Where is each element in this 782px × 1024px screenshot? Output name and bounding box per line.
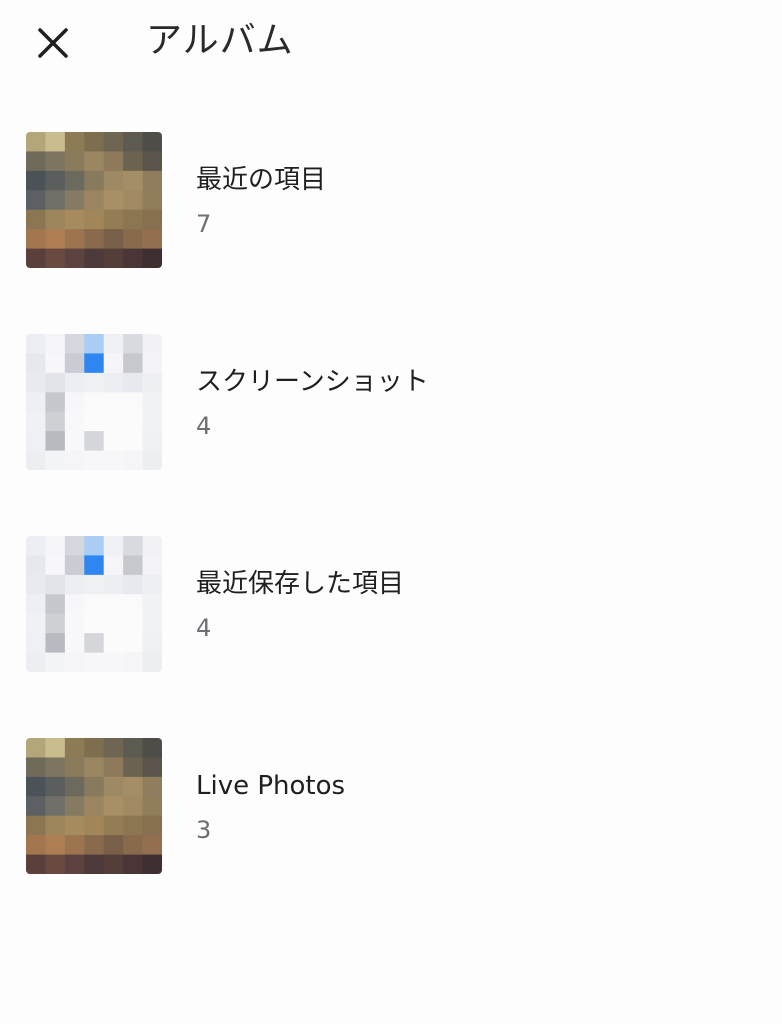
album-count: 7: [196, 210, 212, 238]
page-title: アルバム: [146, 20, 294, 61]
album-thumbnail: [26, 536, 162, 672]
album-item-live-photos[interactable]: Live Photos 3: [0, 738, 782, 878]
album-item-recent[interactable]: 最近の項目 7: [0, 132, 782, 272]
album-count: 4: [196, 614, 212, 642]
album-name: 最近保存した項目: [196, 569, 405, 599]
album-name: 最近の項目: [196, 165, 327, 195]
close-icon: [38, 28, 68, 58]
header-bar: アルバム: [0, 0, 782, 86]
album-thumbnail: [26, 334, 162, 470]
close-button[interactable]: [30, 20, 76, 66]
album-item-recently-saved[interactable]: 最近保存した項目 4: [0, 536, 782, 676]
album-count: 3: [196, 816, 212, 844]
album-item-screenshots[interactable]: スクリーンショット 4: [0, 334, 782, 474]
album-name: スクリーンショット: [196, 367, 429, 397]
album-thumbnail: [26, 132, 162, 268]
album-count: 4: [196, 412, 212, 440]
album-thumbnail: [26, 738, 162, 874]
album-name: Live Photos: [196, 771, 346, 801]
